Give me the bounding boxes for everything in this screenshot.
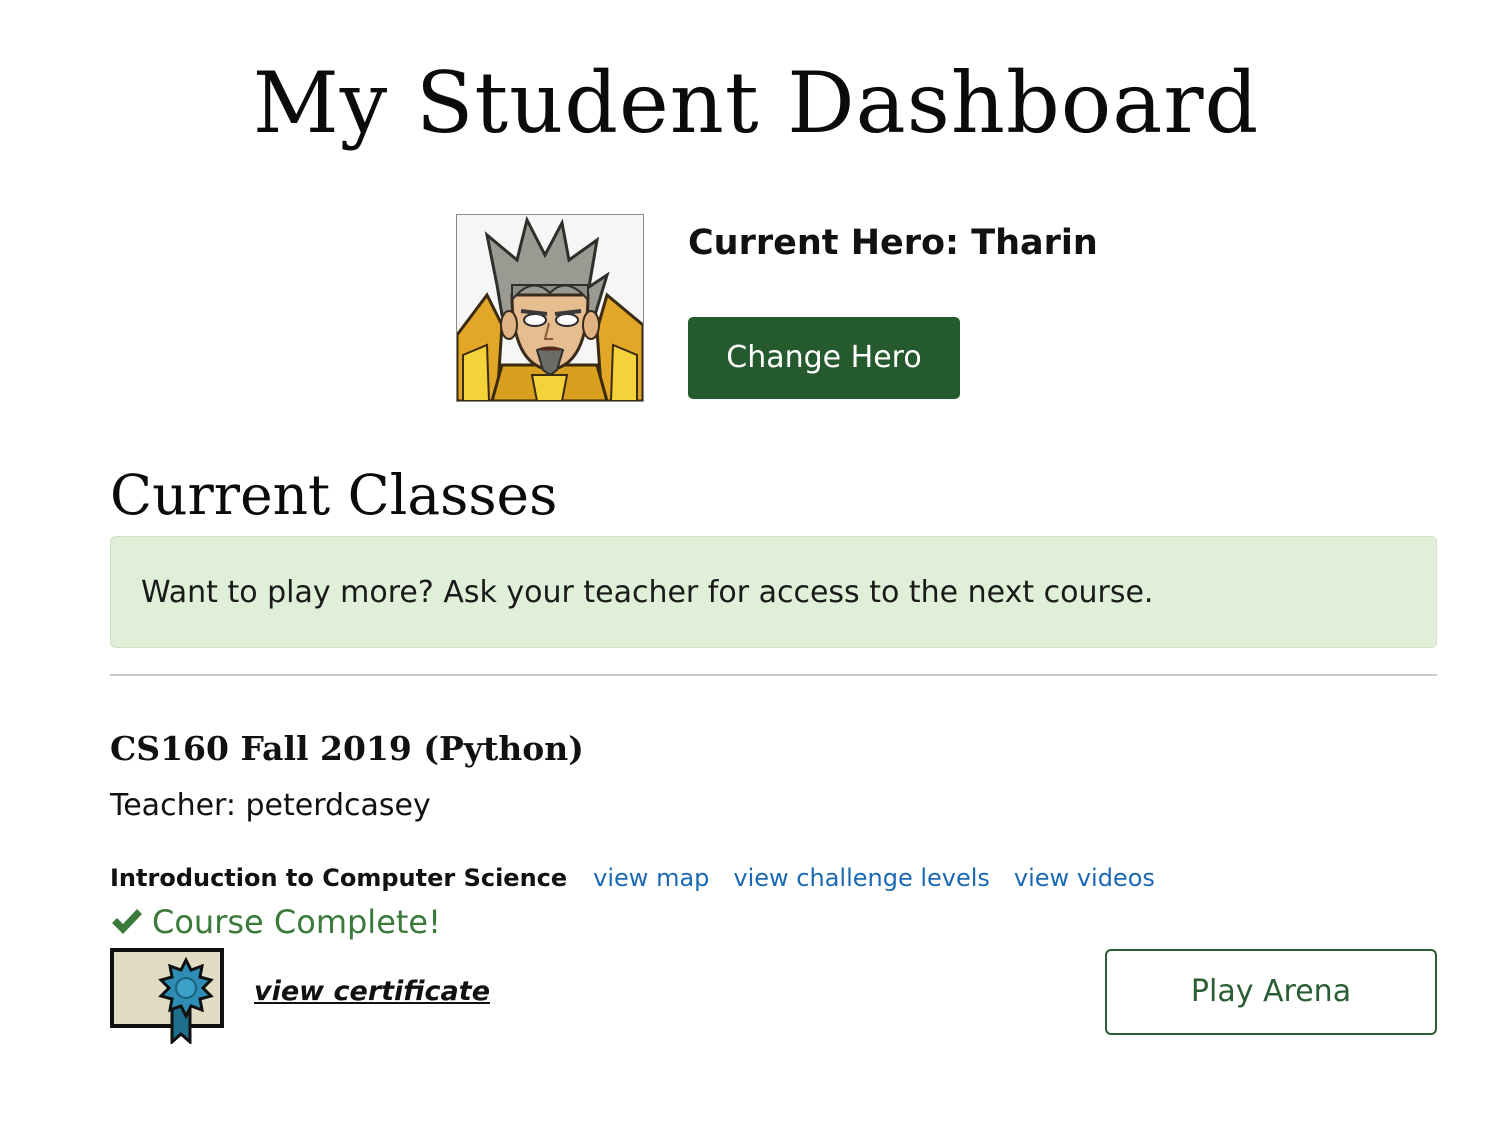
view-certificate-link[interactable]: view certificate <box>254 972 490 1012</box>
change-hero-button[interactable]: Change Hero <box>688 317 960 399</box>
hero-avatar <box>456 214 644 402</box>
current-classes-heading: Current Classes <box>110 463 558 527</box>
section-divider <box>110 674 1437 676</box>
access-notice: Want to play more? Ask your teacher for … <box>110 536 1437 648</box>
course-status: Course Complete! <box>110 900 441 944</box>
course-name: Introduction to Computer Science <box>110 864 568 892</box>
certificate-icon[interactable] <box>110 948 228 1046</box>
current-hero-label: Current Hero: Tharin <box>688 223 1098 263</box>
course-complete-text: Course Complete! <box>152 903 441 941</box>
hero-portrait-icon <box>457 215 643 401</box>
page-title: My Student Dashboard <box>252 54 1260 152</box>
view-map-link[interactable]: view map <box>593 864 709 892</box>
access-notice-text: Want to play more? Ask your teacher for … <box>141 575 1154 610</box>
student-dashboard-page: My Student Dashboard Current Hero: Thari… <box>0 0 1512 1142</box>
play-arena-button[interactable]: Play Arena <box>1105 949 1437 1035</box>
view-challenge-levels-link[interactable]: view challenge levels <box>733 864 990 892</box>
view-videos-link[interactable]: view videos <box>1014 864 1155 892</box>
class-name: CS160 Fall 2019 (Python) <box>110 729 584 768</box>
class-teacher: Teacher: peterdcasey <box>110 788 431 823</box>
course-row: Introduction to Computer Science view ma… <box>110 860 1179 896</box>
checkmark-icon <box>112 909 142 934</box>
